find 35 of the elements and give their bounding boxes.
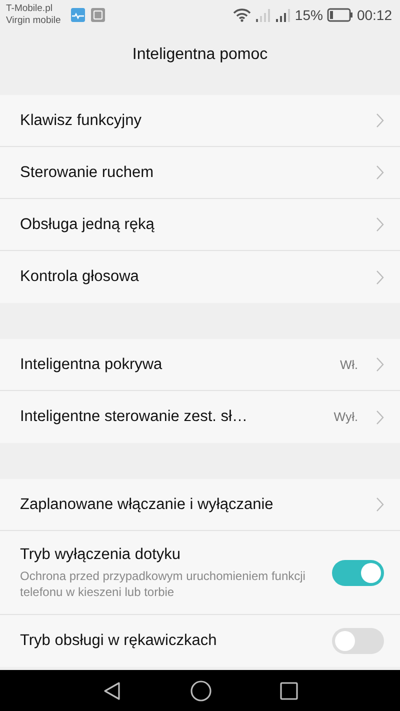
- chevron-icon: [376, 410, 384, 424]
- row-label: Inteligentna pokrywa: [20, 356, 164, 374]
- row-label: Kontrola głosowa: [20, 268, 140, 286]
- carrier-name: Virgin mobile: [6, 15, 61, 27]
- chevron-icon: [376, 217, 384, 232]
- chevron-icon: [376, 165, 384, 180]
- clock: 00:12: [356, 7, 392, 23]
- battery-percentage: 15%: [294, 7, 323, 23]
- chevron-icon: [376, 497, 384, 512]
- row-label: Inteligentne sterowanie zest. sł…: [20, 408, 248, 426]
- row-label: Tryb obsługi w rękawiczkach: [20, 632, 218, 650]
- gallery-icon: [90, 8, 105, 22]
- toggle-switch[interactable]: [332, 560, 384, 586]
- chevron-icon: [376, 113, 384, 128]
- battery-icon: [326, 8, 353, 22]
- home-icon[interactable]: [190, 680, 212, 702]
- row-label: Sterowanie ruchem: [20, 164, 155, 182]
- wifi-icon: [232, 8, 251, 22]
- row-label: Klawisz funkcyjny: [20, 112, 142, 130]
- signal-icon: [274, 8, 291, 22]
- row-label: Zaplanowane włączanie i wyłączanie: [20, 496, 274, 514]
- health-app-icon: [70, 8, 85, 22]
- signal-icon: [254, 8, 271, 22]
- toggle-switch[interactable]: [332, 628, 384, 654]
- back-icon[interactable]: [102, 680, 122, 700]
- carrier-name: T-Mobile.pl: [6, 3, 54, 15]
- row-label: Obsługa jedną ręką: [20, 216, 156, 234]
- chevron-icon: [376, 270, 384, 284]
- recent-apps-icon[interactable]: [280, 682, 298, 700]
- row-label: Tryb wyłączenia dotyku: [20, 546, 182, 564]
- row-value: Wł.: [340, 358, 358, 372]
- screen-title: Inteligentna pomoc: [132, 46, 268, 64]
- row-value: Wył.: [334, 410, 358, 424]
- chevron-icon: [376, 357, 384, 372]
- row-description: Ochrona przed przypadkowym uruchomieniem funkcji telefonu w kieszeni lub torbie: [20, 568, 306, 600]
